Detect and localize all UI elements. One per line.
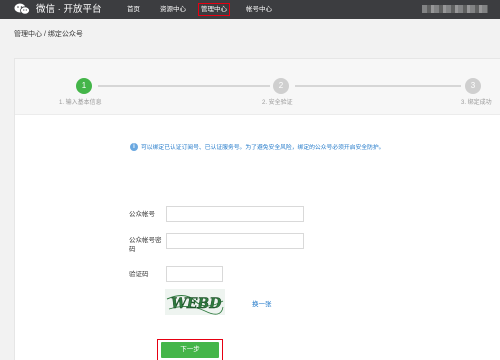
info-tip: i 可以绑定已认证订阅号、已认证服务号。为了避免安全风险，绑定的公众号必须开启安全… <box>130 142 384 151</box>
nav-management-center[interactable]: 管理中心 <box>198 3 230 16</box>
password-input[interactable] <box>166 233 304 249</box>
nav-resource-center[interactable]: 资源中心 <box>160 3 186 16</box>
top-navigation-bar: 微信 · 开放平台 首页 资源中心 管理中心 帐号中心 <box>0 0 500 19</box>
password-label-line2: 码 <box>129 246 136 253</box>
captcha-graphic: WEBD <box>166 295 224 315</box>
next-button-highlight: 下一步 <box>157 339 223 360</box>
info-icon: i <box>130 142 138 151</box>
refresh-captcha-link[interactable]: 换一张 <box>252 298 272 308</box>
step-connector <box>295 85 461 87</box>
captcha-text: WEBD <box>171 296 222 312</box>
captcha-label: 验证码 <box>129 271 149 278</box>
step-3-circle: 3 <box>465 78 481 94</box>
user-account-menu[interactable] <box>422 5 488 13</box>
nav-account-center[interactable]: 帐号中心 <box>246 3 272 16</box>
bind-account-panel: 1 2 3 1. 输入基本信息 2. 安全验证 3. 绑定成功 i 可以绑定已认证… <box>14 58 500 360</box>
step-2-circle: 2 <box>273 78 289 94</box>
account-input[interactable] <box>166 206 304 222</box>
step-3-label: 3. 绑定成功 <box>461 100 492 106</box>
next-button[interactable]: 下一步 <box>161 342 219 358</box>
wechat-logo-icon <box>14 3 30 15</box>
step-2-label: 2. 安全验证 <box>262 100 293 106</box>
breadcrumb: 管理中心 / 绑定公众号 <box>14 31 83 38</box>
tip-text: 可以绑定已认证订阅号、已认证服务号。为了避免安全风险，绑定的公众号必须开启安全防… <box>141 145 385 151</box>
step-connector <box>98 85 270 87</box>
captcha-input[interactable] <box>166 266 223 282</box>
password-label-line1: 公众帐号密 <box>129 237 162 244</box>
step-1-circle: 1 <box>76 78 92 94</box>
nav-home[interactable]: 首页 <box>127 3 140 16</box>
step-1-label: 1. 输入基本信息 <box>59 100 102 106</box>
account-label: 公众帐号 <box>129 211 155 218</box>
step-indicator: 1 2 3 1. 输入基本信息 2. 安全验证 3. 绑定成功 <box>15 59 500 115</box>
captcha-image: WEBD <box>165 289 225 315</box>
platform-brand[interactable]: 微信 · 开放平台 <box>36 3 101 16</box>
